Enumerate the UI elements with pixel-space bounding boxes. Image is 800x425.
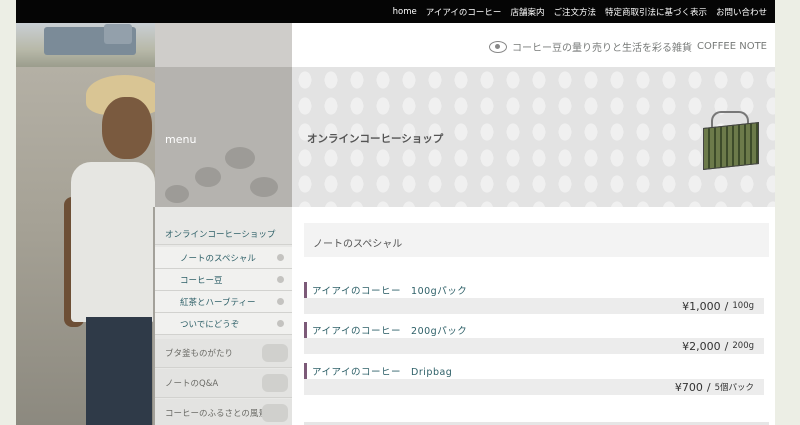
nav-link-home[interactable]: home bbox=[393, 7, 417, 17]
brand-header: コーヒー豆の量り売りと生活を彩る雑貨 COFFEE NOTE bbox=[292, 23, 775, 67]
coffee-bean-logo-icon bbox=[489, 40, 508, 53]
pig-icon bbox=[262, 344, 288, 362]
nav-link-store-info[interactable]: 店舗案内 bbox=[510, 6, 544, 18]
menu-title: menu bbox=[165, 133, 197, 146]
sidebar-item-buta-gama-story[interactable]: ブタ釜ものがたり bbox=[155, 339, 292, 368]
menu-top-block bbox=[155, 23, 292, 67]
landscape-icon bbox=[262, 404, 288, 422]
product-price: ¥700 bbox=[674, 380, 703, 394]
nav-link-aiai-coffee[interactable]: アイアイのコーヒー bbox=[426, 6, 502, 18]
product-price: ¥2,000 bbox=[682, 339, 721, 353]
sidebar-item-label: ついでにどうぞ bbox=[180, 319, 240, 330]
header-photo-truck bbox=[16, 23, 155, 67]
brand-name: COFFEE NOTE bbox=[697, 41, 767, 52]
product-name-link[interactable]: アイアイのコーヒー 200gパック bbox=[304, 322, 764, 338]
hero-banner: オンラインコーヒーショップ bbox=[292, 67, 775, 207]
product-item: アイアイのコーヒー 200gパック ¥2,000 / 200g bbox=[304, 322, 764, 354]
nav-link-how-to-order[interactable]: ご注文方法 bbox=[553, 6, 596, 18]
product-name: アイアイのコーヒー Dripbag bbox=[312, 367, 453, 378]
sidebar-item-extras[interactable]: ついでにどうぞ bbox=[155, 313, 292, 335]
sidebar-item-label: オンラインコーヒーショップ bbox=[165, 229, 276, 240]
sidebar-item-label: ブタ釜ものがたり bbox=[165, 349, 234, 359]
product-price-row: ¥2,000 / 200g bbox=[304, 338, 764, 354]
price-separator: / bbox=[724, 339, 729, 353]
face-shape bbox=[102, 97, 152, 159]
page-wrapper: home アイアイのコーヒー 店舗案内 ご注文方法 特定商取引法に基づく表示 お… bbox=[16, 0, 775, 425]
page-title: オンラインコーヒーショップ bbox=[307, 133, 444, 145]
section-header: ノートのスペシャル bbox=[304, 223, 769, 257]
sidebar-item-label: 紅茶とハーブティー bbox=[180, 297, 256, 308]
bean-decoration bbox=[250, 177, 278, 197]
product-price-row: ¥1,000 / 100g bbox=[304, 298, 764, 314]
sidebar-item-label: コーヒーのふるさとの風景 bbox=[165, 409, 267, 419]
top-nav: home アイアイのコーヒー 店舗案内 ご注文方法 特定商取引法に基づく表示 お… bbox=[393, 0, 767, 23]
bean-decoration bbox=[195, 167, 221, 187]
animal-icon bbox=[262, 374, 288, 392]
price-separator: / bbox=[706, 380, 711, 394]
sidebar-item-coffee-beans[interactable]: コーヒー豆 bbox=[155, 269, 292, 291]
site-logo[interactable]: コーヒー豆の量り売りと生活を彩る雑貨 COFFEE NOTE bbox=[489, 39, 767, 54]
boy-photo bbox=[16, 67, 155, 425]
basket-icon bbox=[699, 111, 761, 170]
nav-link-contact[interactable]: お問い合わせ bbox=[716, 6, 767, 18]
basket-body bbox=[703, 122, 759, 170]
product-unit: 200g bbox=[732, 341, 754, 351]
top-navigation-bar: home アイアイのコーヒー 店舗案内 ご注文方法 特定商取引法に基づく表示 お… bbox=[16, 0, 775, 23]
menu-header: menu bbox=[155, 67, 292, 207]
product-unit: 5個パック bbox=[714, 383, 754, 393]
main-content: ノートのスペシャル アイアイのコーヒー 100gパック ¥1,000 / 100… bbox=[292, 207, 775, 425]
sidebar-item-tea[interactable]: 紅茶とハーブティー bbox=[155, 291, 292, 313]
sidebar-item-label: コーヒー豆 bbox=[180, 275, 223, 286]
bullet-icon bbox=[277, 254, 284, 261]
product-price-row: ¥700 / 5個パック bbox=[304, 379, 764, 395]
sidebar-menu: オンラインコーヒーショップ ノートのスペシャル コーヒー豆 紅茶とハーブティー … bbox=[155, 207, 292, 425]
product-name: アイアイのコーヒー 100gパック bbox=[312, 286, 468, 297]
sidebar-item-qa[interactable]: ノートのQ&A bbox=[155, 369, 292, 398]
truck-image bbox=[44, 24, 136, 55]
product-name: アイアイのコーヒー 200gパック bbox=[312, 326, 468, 337]
price-separator: / bbox=[724, 299, 729, 313]
shirt-shape bbox=[71, 162, 155, 322]
product-item: アイアイのコーヒー Dripbag ¥700 / 5個パック bbox=[304, 363, 764, 395]
sidebar-item-label: ノートのQ&A bbox=[165, 379, 219, 389]
sidebar-item-specials[interactable]: ノートのスペシャル bbox=[155, 247, 292, 269]
product-unit: 100g bbox=[732, 301, 754, 311]
bullet-icon bbox=[277, 320, 284, 327]
product-name-link[interactable]: アイアイのコーヒー Dripbag bbox=[304, 363, 764, 379]
sidebar-item-online-shop[interactable]: オンラインコーヒーショップ bbox=[155, 223, 292, 245]
sidebar-item-label: ノートのスペシャル bbox=[180, 253, 256, 264]
bean-decoration bbox=[225, 147, 255, 169]
product-item: アイアイのコーヒー 100gパック ¥1,000 / 100g bbox=[304, 282, 764, 314]
product-name-link[interactable]: アイアイのコーヒー 100gパック bbox=[304, 282, 764, 298]
section-title: ノートのスペシャル bbox=[313, 239, 403, 250]
product-price: ¥1,000 bbox=[682, 299, 721, 313]
bean-decoration bbox=[165, 185, 189, 203]
sidebar-item-coffee-homeland[interactable]: コーヒーのふるさとの風景 bbox=[155, 399, 292, 425]
bullet-icon bbox=[277, 276, 284, 283]
brand-tagline: コーヒー豆の量り売りと生活を彩る雑貨 bbox=[512, 43, 693, 54]
nav-link-legal-notice[interactable]: 特定商取引法に基づく表示 bbox=[605, 6, 707, 18]
bullet-icon bbox=[277, 298, 284, 305]
pants-shape bbox=[86, 317, 152, 425]
